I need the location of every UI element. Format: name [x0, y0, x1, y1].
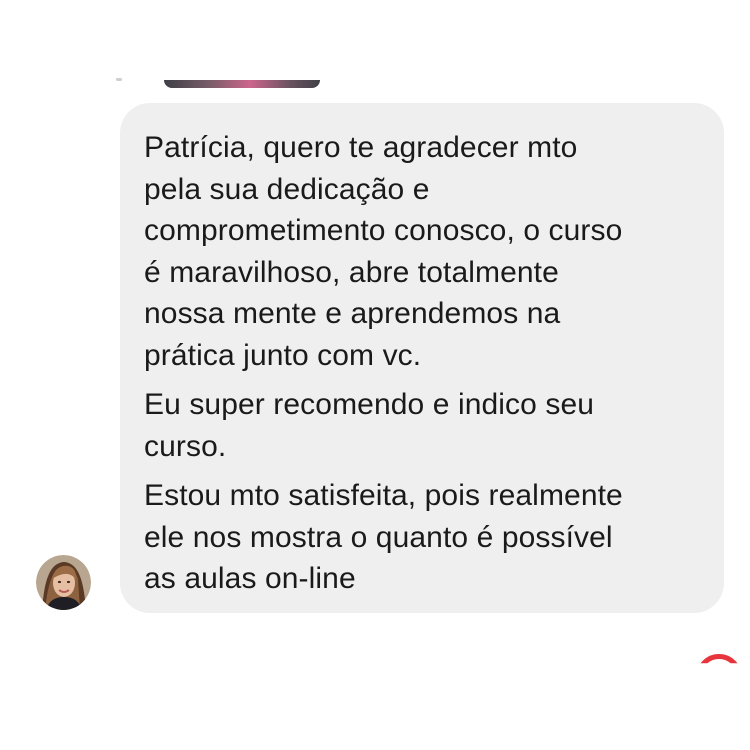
- avatar-icon: [36, 555, 91, 610]
- message-line: Estou mto satisfeita, pois realmente: [144, 479, 623, 512]
- previous-media-fragment: [164, 80, 320, 88]
- message-paragraph-1: Patrícia, quero te agradecer mto pela su…: [144, 127, 700, 376]
- message-line: comprometimento conosco, o curso: [144, 214, 623, 247]
- message-line: nossa mente e aprendemos na: [144, 297, 561, 330]
- message-line: pela sua dedicação e: [144, 172, 430, 206]
- message-bubble[interactable]: Patrícia, quero te agradecer mto pela su…: [120, 103, 724, 613]
- message-line: Patrícia, quero te agradecer mto: [144, 131, 578, 164]
- divider-fragment: [116, 78, 122, 81]
- sender-avatar[interactable]: [36, 555, 91, 610]
- message-line: curso.: [144, 429, 227, 463]
- message-line: prática junto com vc.: [144, 338, 422, 372]
- message-line: as aulas on-line: [144, 562, 356, 595]
- message-line: Eu super recomendo e indico seu: [144, 388, 595, 421]
- message-line: ele nos mostra o quanto é possível: [144, 520, 613, 554]
- message-paragraph-2: Eu super recomendo e indico seu curso.: [144, 384, 700, 467]
- message-line: é maravilhoso, abre totalmente: [144, 255, 559, 289]
- message-paragraph-3: Estou mto satisfeita, pois realmente ele…: [144, 475, 700, 600]
- heart-reaction-icon[interactable]: [696, 654, 742, 664]
